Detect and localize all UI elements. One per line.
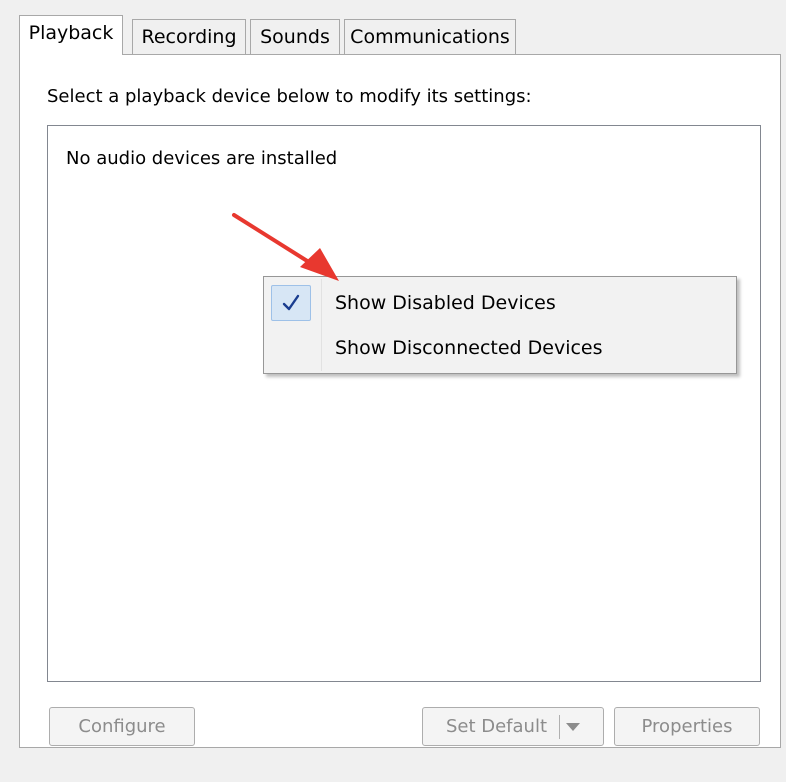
menu-item-label: Show Disabled Devices xyxy=(335,292,556,314)
split-divider xyxy=(559,714,561,739)
set-default-button-label: Set Default xyxy=(445,716,548,737)
context-menu: Show Disabled Devices Show Disconnected … xyxy=(263,276,737,374)
tab-recording-label: Recording xyxy=(141,26,237,48)
instruction-text: Select a playback device below to modify… xyxy=(47,86,532,107)
menu-item-show-disabled-devices[interactable]: Show Disabled Devices xyxy=(266,280,734,324)
configure-button-label: Configure xyxy=(78,716,166,737)
tab-sounds[interactable]: Sounds xyxy=(250,19,340,55)
tab-sounds-label: Sounds xyxy=(260,26,330,48)
dropdown-arrow-icon[interactable] xyxy=(566,722,581,731)
tab-playback[interactable]: Playback xyxy=(19,15,123,55)
tab-communications-label: Communications xyxy=(350,26,510,48)
configure-button[interactable]: Configure xyxy=(49,707,195,746)
empty-device-message: No audio devices are installed xyxy=(66,148,338,169)
properties-button[interactable]: Properties xyxy=(614,707,760,746)
properties-button-label: Properties xyxy=(641,716,733,737)
tab-communications[interactable]: Communications xyxy=(344,19,516,55)
device-list[interactable]: No audio devices are installed xyxy=(47,125,761,682)
check-mark-icon xyxy=(271,285,311,321)
tab-playback-label: Playback xyxy=(28,22,114,44)
tab-recording[interactable]: Recording xyxy=(132,19,246,55)
set-default-button[interactable]: Set Default xyxy=(422,707,604,746)
menu-item-label: Show Disconnected Devices xyxy=(335,337,603,359)
sound-dialog: Playback Recording Sounds Communications… xyxy=(0,0,786,782)
menu-item-show-disconnected-devices[interactable]: Show Disconnected Devices xyxy=(266,325,734,369)
